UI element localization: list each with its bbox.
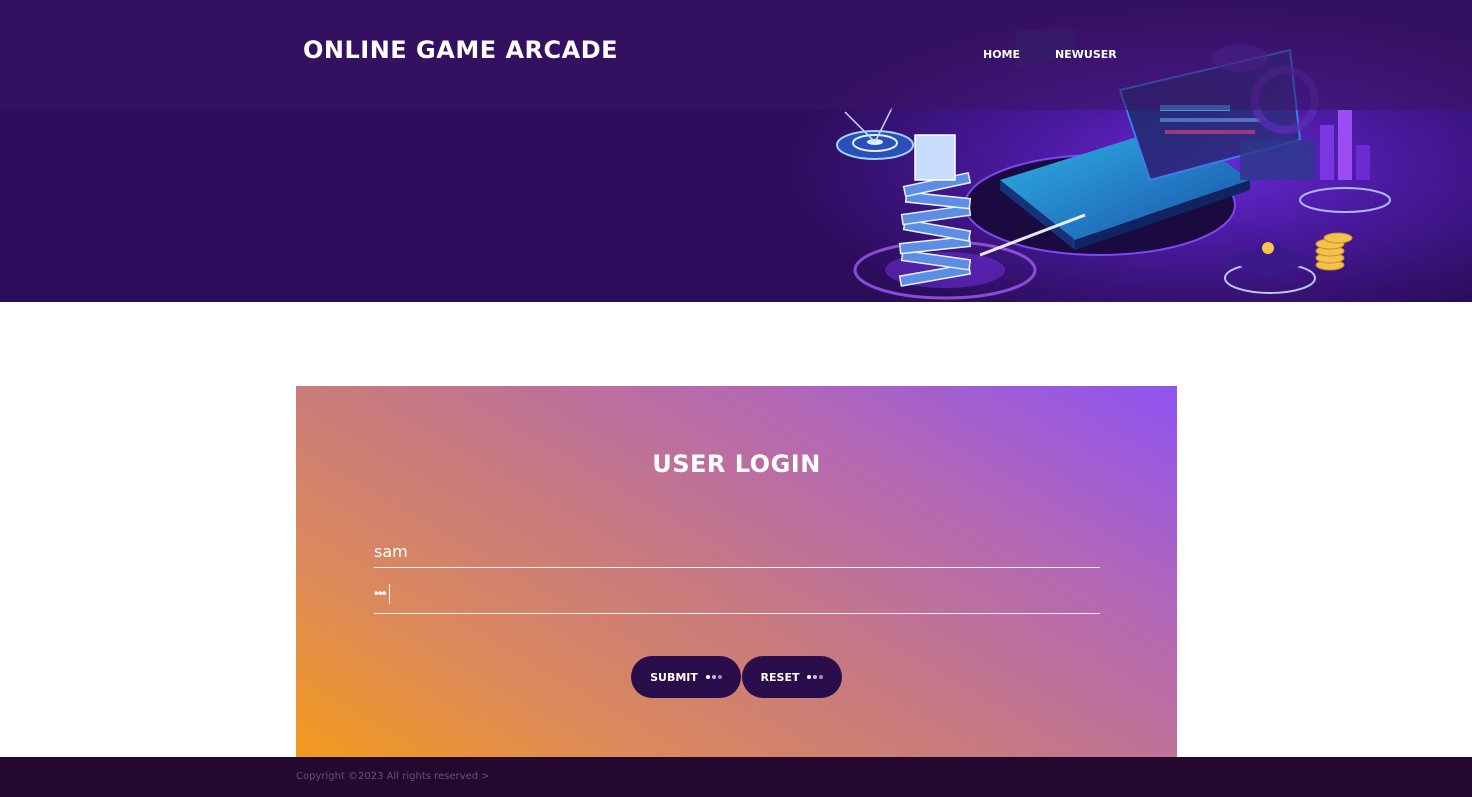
reset-label: RESET	[760, 670, 800, 684]
hero-banner: ONLINE GAME ARCADE HOME NEWUSER	[0, 0, 1472, 302]
login-title: USER LOGIN	[652, 450, 821, 478]
top-navigation-bar: ONLINE GAME ARCADE HOME NEWUSER	[0, 0, 1472, 110]
main-nav: HOME NEWUSER	[983, 48, 1117, 61]
site-brand[interactable]: ONLINE GAME ARCADE	[303, 36, 618, 64]
page-footer: Copyright ©2023 All rights reserved >	[0, 757, 1472, 797]
password-input[interactable]	[374, 582, 1100, 614]
username-input[interactable]	[374, 536, 1100, 568]
reset-button[interactable]: RESET	[742, 656, 842, 698]
submit-button[interactable]: SUBMIT	[631, 656, 741, 698]
nav-newuser-link[interactable]: NEWUSER	[1055, 48, 1117, 61]
dots-icon	[705, 675, 722, 679]
nav-home-link[interactable]: HOME	[983, 48, 1020, 61]
dots-icon	[807, 675, 824, 679]
user-login-panel: USER LOGIN ••• SUBMIT RESET	[296, 386, 1177, 757]
copyright-text: Copyright ©2023 All rights reserved >	[296, 771, 490, 782]
submit-label: SUBMIT	[650, 670, 698, 684]
